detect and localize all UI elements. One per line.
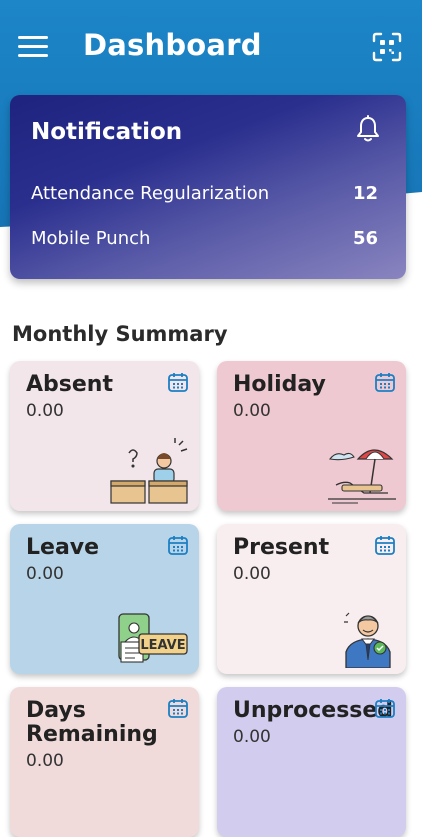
top-app-bar: Dashboard [0,0,422,95]
calendar-icon [168,536,188,555]
beach-umbrella-illustration [328,449,396,504]
tile-label-line2: Remaining [26,722,158,747]
bell-icon[interactable] [352,113,384,145]
tile-value: 0.00 [233,401,271,421]
tile-label: Absent [26,372,113,397]
page-title: Dashboard [83,28,262,62]
notification-count: 56 [352,228,378,249]
tile-label-line1: Days [26,698,86,723]
qr-scan-icon[interactable] [372,32,402,62]
tile-value: 0.00 [233,564,271,584]
tile-present[interactable]: Present 0.00 [217,524,406,674]
tile-holiday[interactable]: Holiday 0.00 [217,361,406,511]
tile-days-remaining[interactable]: Days Remaining 0.00 [10,687,199,837]
tile-label: Holiday [233,372,326,397]
notification-row-attendance-regularization[interactable]: Attendance Regularization 12 [31,183,378,211]
tile-absent[interactable]: Absent 0.00 [10,361,199,511]
notification-card: Notification Attendance Regularization 1… [10,95,406,279]
tile-label: Days Remaining [26,699,158,747]
businessman-illustration [344,612,391,668]
tile-unprocessed[interactable]: Unprocessed 0.00 [217,687,406,837]
tile-value: 0.00 [26,401,64,421]
tile-leave[interactable]: Leave 0.00 LEAVE [10,524,199,674]
leave-badge-illustration: LEAVE [118,613,188,663]
calendar-icon [168,699,188,718]
tile-value: 0.00 [26,751,64,771]
calendar-icon [375,699,395,718]
tile-label: Leave [26,535,100,560]
notification-title: Notification [31,119,183,145]
notification-label: Attendance Regularization [31,183,270,204]
tile-label: Unprocessed [233,698,394,723]
svg-text:LEAVE: LEAVE [140,638,185,653]
calendar-icon [375,536,395,555]
notification-row-mobile-punch[interactable]: Mobile Punch 56 [31,228,378,256]
empty-desk-illustration [110,438,188,504]
notification-count: 12 [352,183,378,204]
tile-value: 0.00 [26,564,64,584]
monthly-summary-title: Monthly Summary [12,322,228,346]
menu-icon[interactable] [18,36,48,58]
notification-label: Mobile Punch [31,228,151,249]
calendar-icon [375,373,395,392]
tile-value: 0.00 [233,727,271,747]
calendar-icon [168,373,188,392]
tile-label: Present [233,535,330,560]
